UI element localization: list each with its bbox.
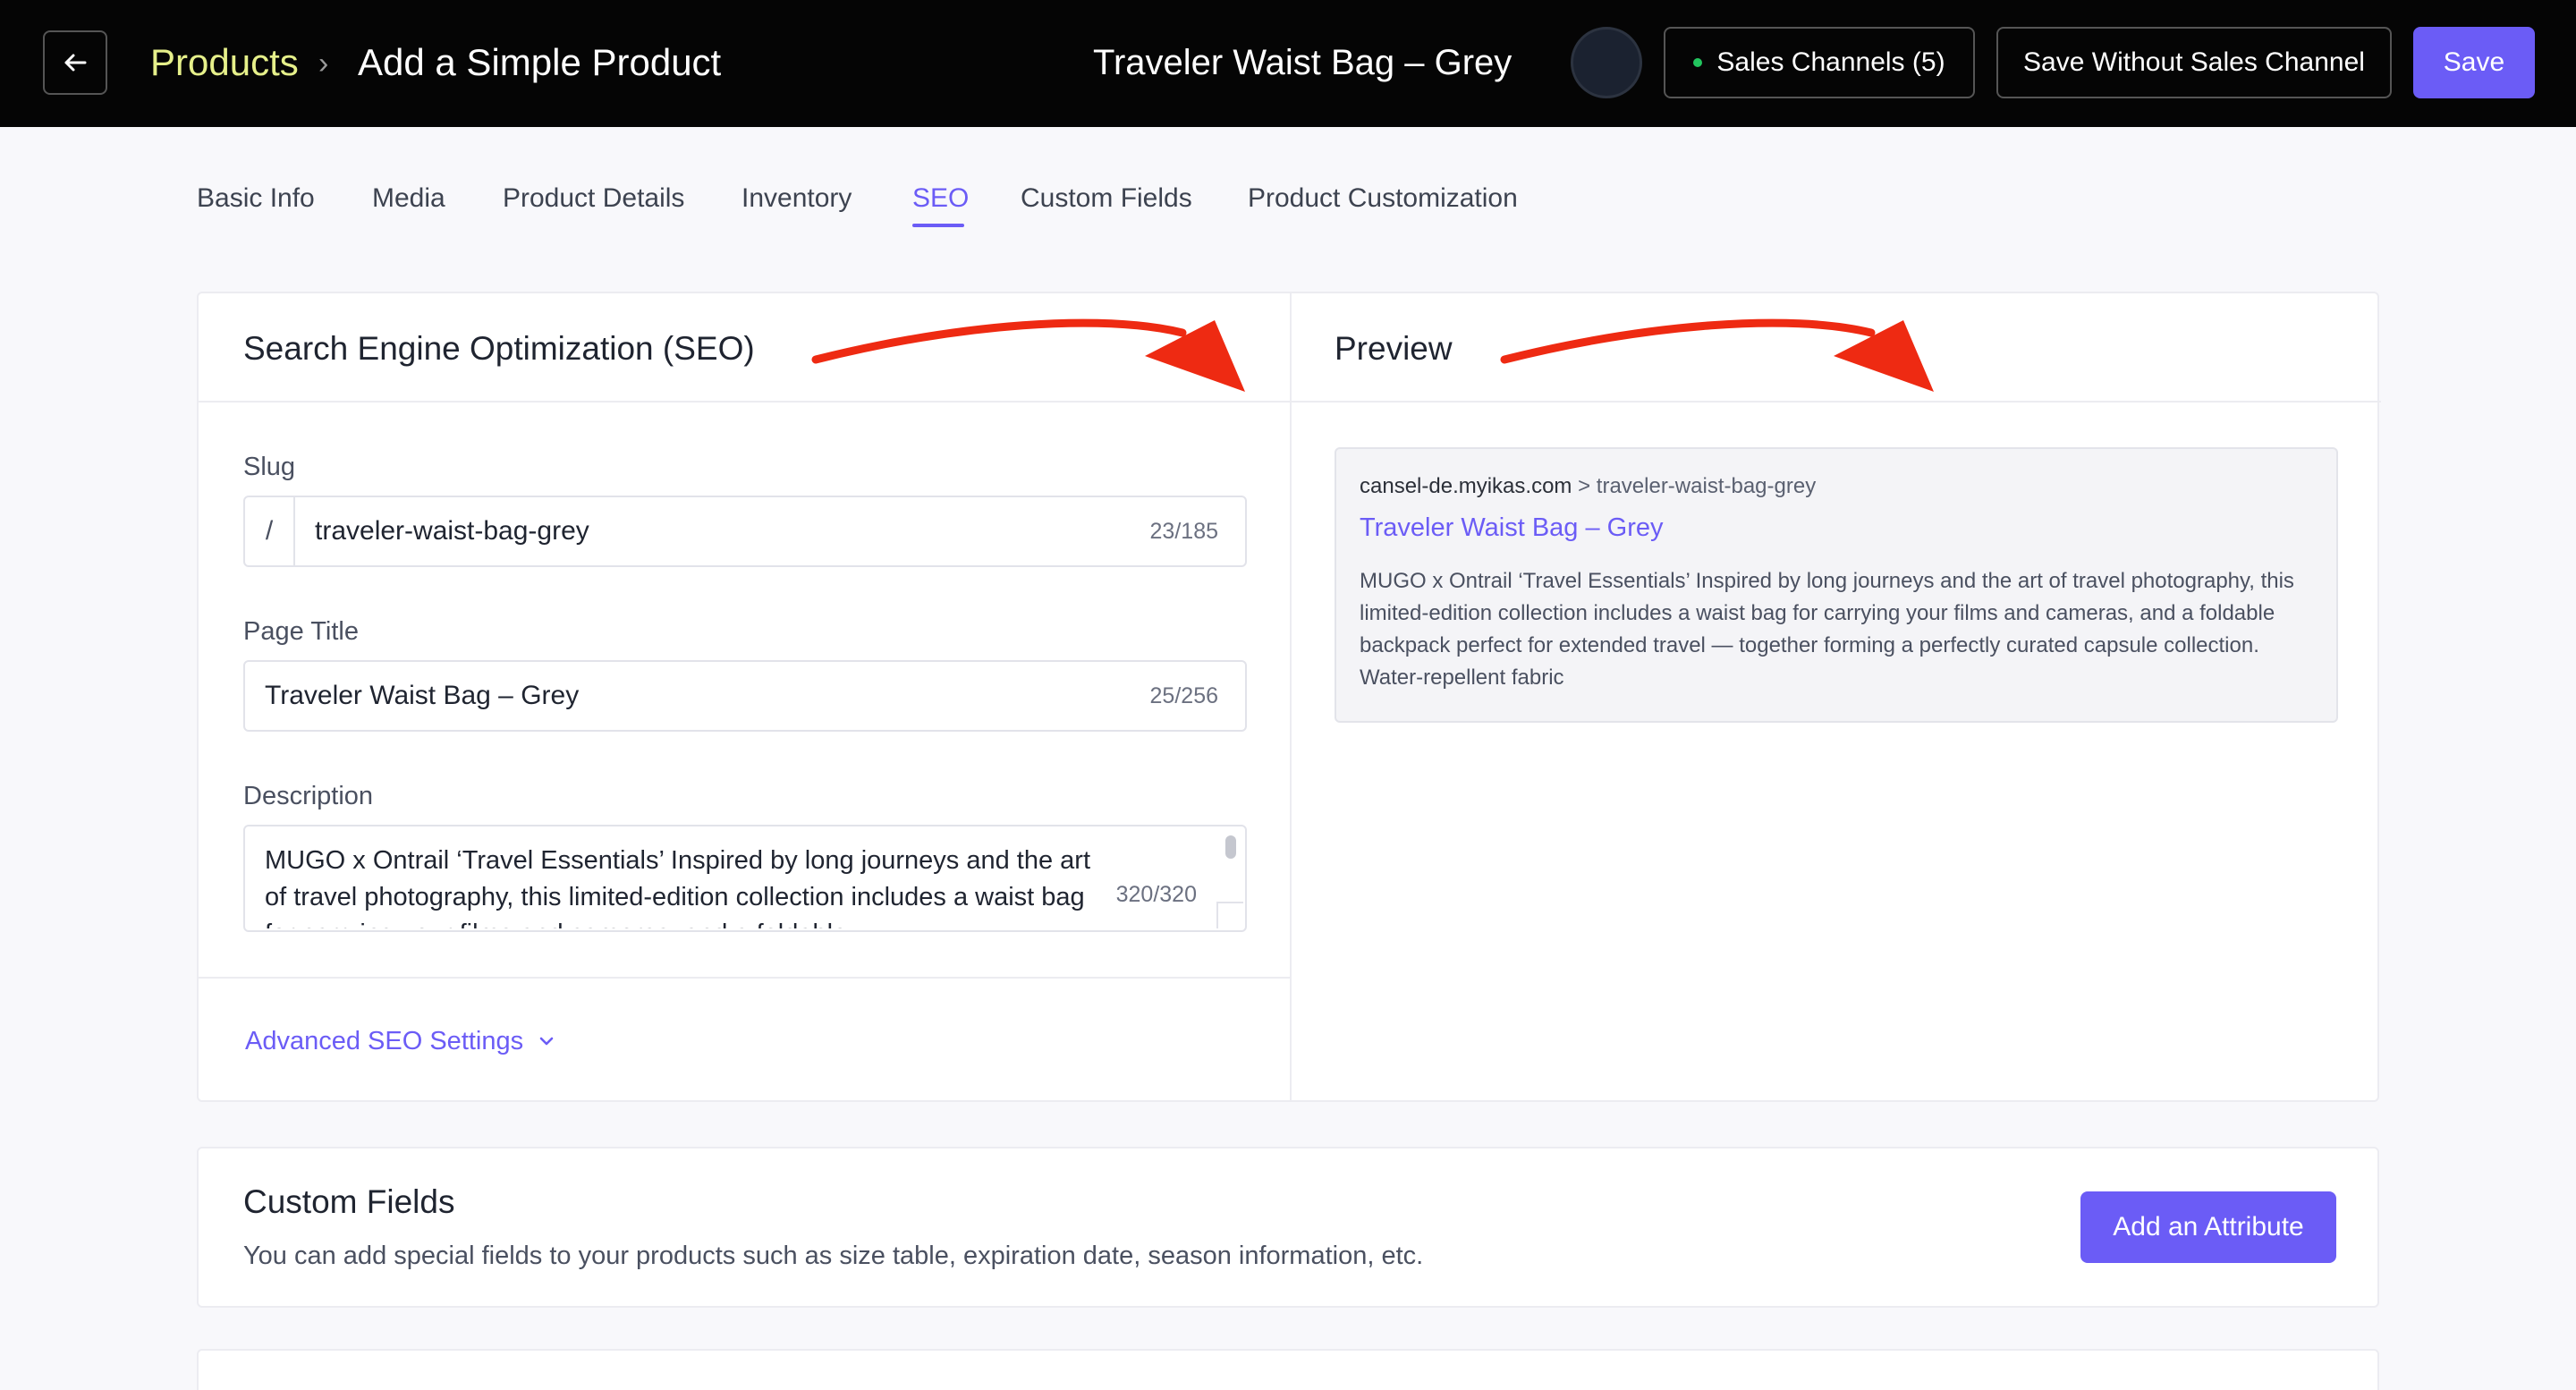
arrow-left-icon [64, 54, 87, 72]
breadcrumb-products-link[interactable]: Products [150, 39, 299, 86]
card-divider [1290, 293, 1292, 1100]
preview-title[interactable]: Traveler Waist Bag – Grey [1360, 510, 1664, 546]
slug-input-value[interactable]: traveler-waist-bag-grey [315, 513, 589, 549]
preview-section-title: Preview [1335, 330, 1453, 367]
slug-label: Slug [243, 453, 296, 481]
description-counter: 320/320 [1115, 882, 1197, 907]
sales-channels-label: Sales Channels (5) [1716, 47, 1945, 77]
description-text[interactable]: MUGO x Ontrail ‘Travel Essentials’ Inspi… [265, 843, 1106, 928]
preview-url: cansel-de.myikas.com > traveler-waist-ba… [1360, 470, 1816, 503]
custom-fields-description: You can add special fields to your produ… [243, 1242, 1424, 1270]
slug-prefix: / [245, 497, 295, 565]
add-attribute-button[interactable]: Add an Attribute [2080, 1191, 2336, 1263]
annotation-arrow-icon [1500, 318, 1934, 392]
save-without-sales-channel-button[interactable]: Save Without Sales Channel [1996, 27, 2392, 98]
preview-domain: cansel-de.myikas.com [1360, 474, 1572, 498]
textarea-scrollbar[interactable] [1225, 835, 1236, 859]
tab-product-customization[interactable]: Product Customization [1248, 179, 1518, 218]
advanced-seo-settings-toggle[interactable]: Advanced SEO Settings [245, 1023, 557, 1059]
tab-media[interactable]: Media [372, 179, 445, 218]
page-title-counter: 25/256 [1149, 683, 1218, 708]
active-tab-indicator [912, 224, 964, 227]
back-button[interactable] [43, 30, 107, 95]
preview-description: MUGO x Ontrail ‘Travel Essentials’ Inspi… [1360, 569, 2294, 690]
slug-counter: 23/185 [1149, 519, 1218, 544]
preview-path: traveler-waist-bag-grey [1596, 474, 1817, 498]
next-section-card [197, 1349, 2379, 1390]
tab-custom-fields[interactable]: Custom Fields [1021, 179, 1192, 218]
tab-basic-info[interactable]: Basic Info [197, 179, 315, 218]
product-name-title: Traveler Waist Bag – Grey [1093, 43, 1513, 82]
chevron-down-icon [539, 1037, 554, 1046]
search-preview: cansel-de.myikas.com > traveler-waist-ba… [1335, 447, 2338, 723]
seo-section-title: Search Engine Optimization (SEO) [243, 330, 755, 367]
slug-field[interactable]: / traveler-waist-bag-grey 23/185 [243, 496, 1247, 567]
page-title-label: Page Title [243, 617, 359, 646]
advanced-seo-settings-label: Advanced SEO Settings [245, 1027, 524, 1055]
tab-product-details[interactable]: Product Details [503, 179, 684, 218]
description-label: Description [243, 782, 374, 810]
annotation-arrow-icon [811, 318, 1245, 392]
custom-fields-title: Custom Fields [243, 1183, 455, 1220]
footer-divider [199, 977, 1290, 979]
top-bar: Products › Add a Simple Product Traveler… [0, 0, 2576, 127]
tab-seo[interactable]: SEO [912, 179, 969, 218]
description-textarea[interactable]: MUGO x Ontrail ‘Travel Essentials’ Inspi… [243, 825, 1247, 932]
page-title-field[interactable]: Traveler Waist Bag – Grey 25/256 [243, 660, 1247, 732]
textarea-resize-handle[interactable] [1216, 902, 1243, 928]
custom-fields-card: Custom Fields You can add special fields… [197, 1147, 2379, 1308]
page-title-input-value[interactable]: Traveler Waist Bag – Grey [265, 678, 579, 714]
seo-card: Search Engine Optimization (SEO) Preview… [197, 292, 2381, 1102]
preview-url-separator: > [1578, 474, 1591, 498]
avatar[interactable] [1571, 27, 1642, 98]
tab-inventory[interactable]: Inventory [741, 179, 852, 218]
save-button[interactable]: Save [2413, 27, 2535, 98]
breadcrumb-current: Add a Simple Product [358, 41, 722, 83]
sales-channels-button[interactable]: Sales Channels (5) [1664, 27, 1975, 98]
status-dot [1693, 58, 1703, 67]
chevron-right-icon: › [318, 47, 329, 81]
